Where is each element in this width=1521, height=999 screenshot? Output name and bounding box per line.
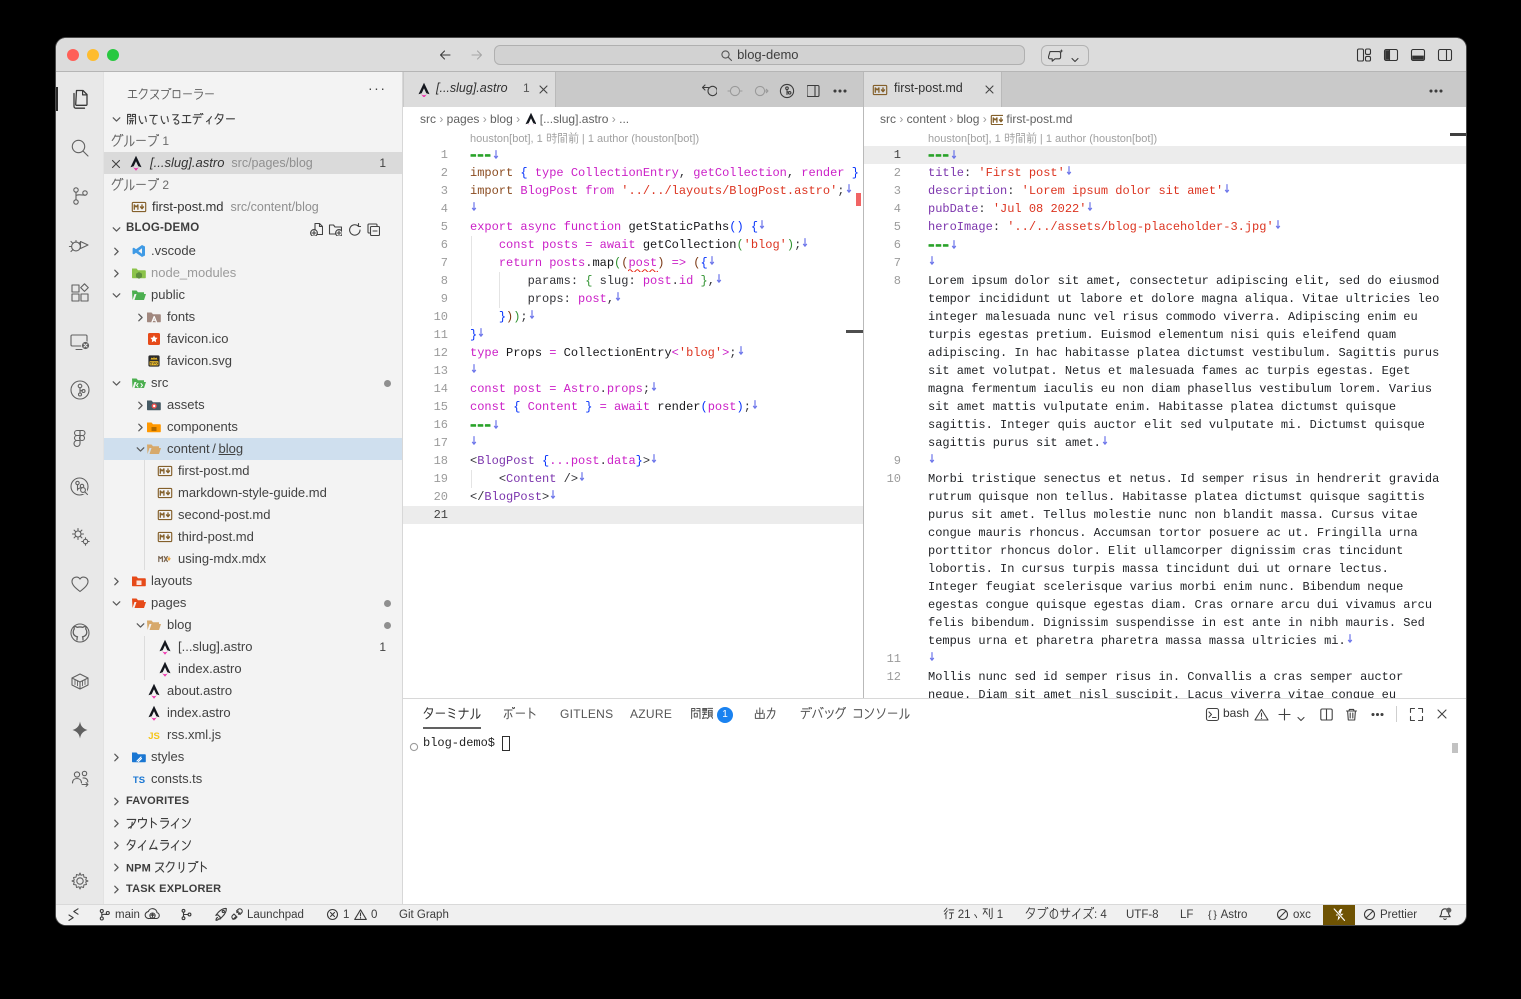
svg-text:SVG: SVG <box>150 361 158 366</box>
svg-text:TS: TS <box>133 775 145 786</box>
svg-text:JS: JS <box>148 731 160 742</box>
